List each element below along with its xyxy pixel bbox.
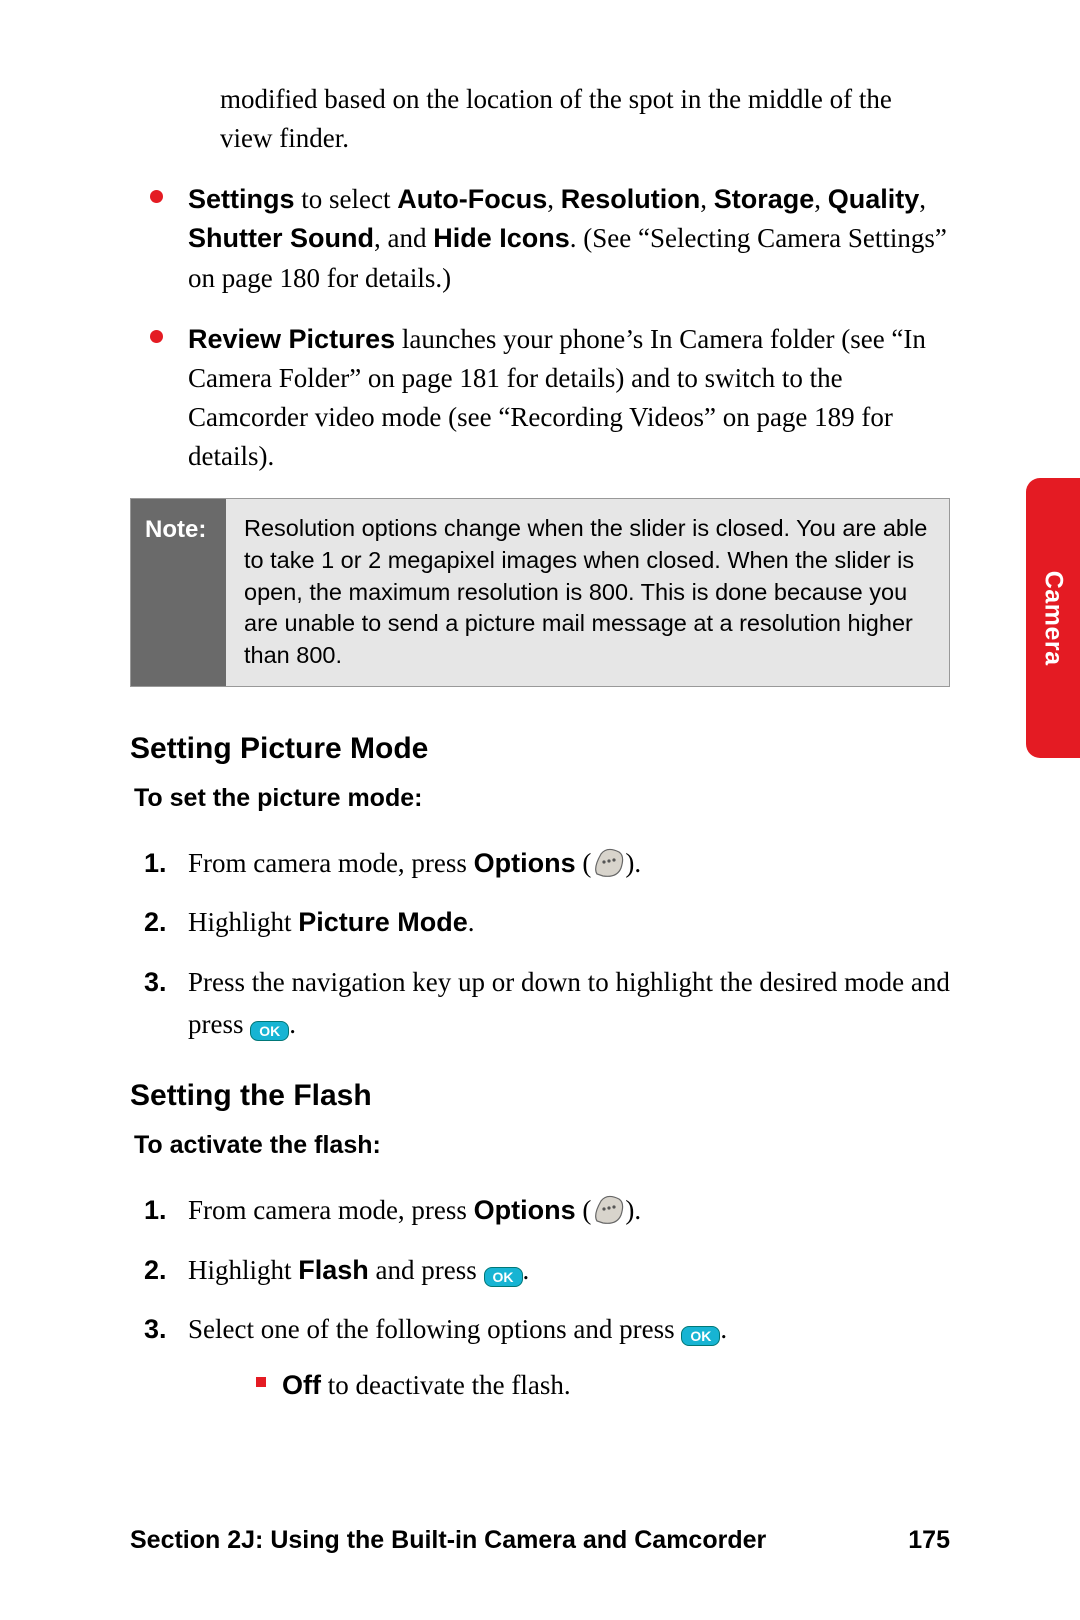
ok-button-icon: OK <box>681 1326 720 1346</box>
step: Highlight Picture Mode. <box>130 902 950 944</box>
bullet-review-pictures: Review Pictures launches your phone’s In… <box>130 320 950 477</box>
side-tab-label: Camera <box>1035 571 1071 666</box>
steps-flash: From camera mode, press Options (). High… <box>130 1190 950 1407</box>
step: Press the navigation key up or down to h… <box>130 962 950 1046</box>
steps-picture-mode: From camera mode, press Options (). High… <box>130 843 950 1046</box>
softkey-icon <box>591 848 625 878</box>
softkey-icon <box>591 1195 625 1225</box>
heading-picture-mode: Setting Picture Mode <box>130 727 950 771</box>
bullet-lead: Review Pictures <box>188 324 395 354</box>
task-picture-mode: To set the picture mode: <box>134 780 950 816</box>
step: Highlight Flash and press OK. <box>130 1250 950 1292</box>
step: Select one of the following options and … <box>130 1309 950 1407</box>
substep-off: Off to deactivate the flash. <box>188 1365 950 1407</box>
step: From camera mode, press Options (). <box>130 1190 950 1232</box>
step: From camera mode, press Options (). <box>130 843 950 885</box>
footer-page-number: 175 <box>908 1522 950 1558</box>
note-body: Resolution options change when the slide… <box>226 499 949 686</box>
page-footer: Section 2J: Using the Built-in Camera an… <box>130 1522 950 1558</box>
bullet-dot-icon <box>150 330 163 343</box>
ok-button-icon: OK <box>484 1267 523 1287</box>
bullet-lead: Settings <box>188 184 295 214</box>
heading-flash: Setting the Flash <box>130 1074 950 1118</box>
bullet-settings: Settings to select Auto-Focus, Resolutio… <box>130 180 950 297</box>
note-label: Note: <box>131 499 226 686</box>
intro-continuation: modified based on the location of the sp… <box>220 80 950 158</box>
bullet-dot-icon <box>150 190 163 203</box>
square-bullet-icon <box>256 1377 266 1387</box>
side-tab-camera: Camera <box>1026 478 1080 758</box>
footer-section: Section 2J: Using the Built-in Camera an… <box>130 1522 766 1558</box>
task-flash: To activate the flash: <box>134 1127 950 1163</box>
page-content: modified based on the location of the sp… <box>130 80 950 1407</box>
note-box: Note: Resolution options change when the… <box>130 498 950 687</box>
ok-button-icon: OK <box>250 1021 289 1041</box>
